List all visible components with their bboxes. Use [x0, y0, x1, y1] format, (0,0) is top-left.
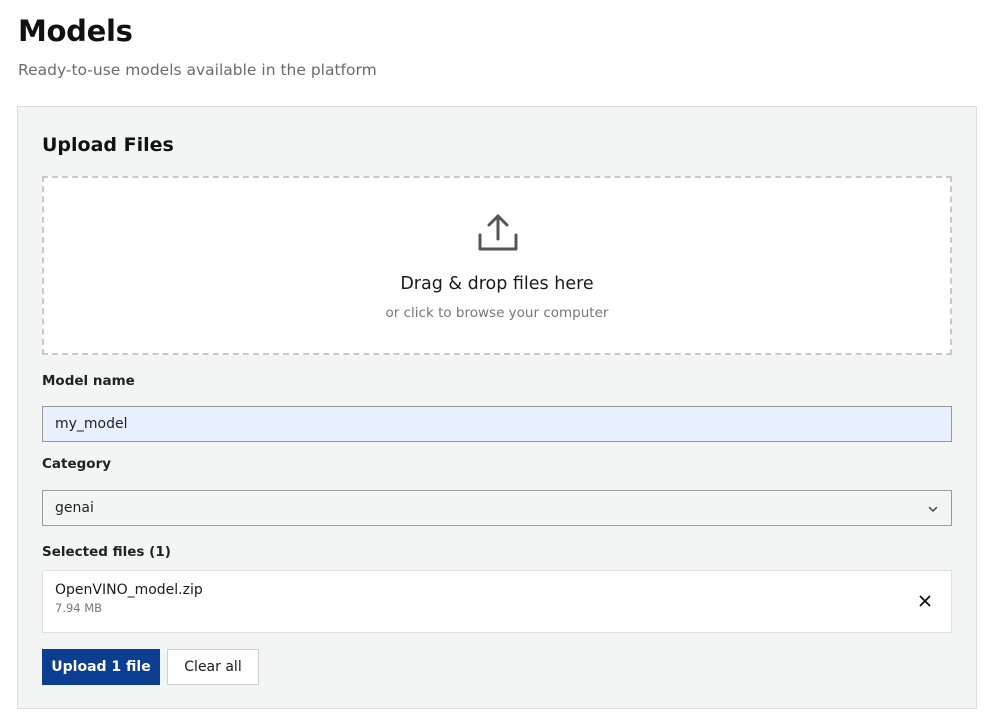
file-size: 7.94 MB	[55, 601, 103, 615]
upload-panel-title: Upload Files	[42, 134, 174, 156]
page-subtitle: Ready-to-use models available in the pla…	[18, 61, 377, 79]
page-title: Models	[18, 14, 133, 48]
dropzone-title: Drag & drop files here	[400, 274, 594, 294]
file-dropzone[interactable]: Drag & drop files here or click to brows…	[42, 176, 952, 355]
model-name-input[interactable]	[42, 406, 952, 442]
category-selected-value: genai	[55, 500, 94, 516]
close-icon	[919, 595, 931, 607]
category-select[interactable]: genai	[42, 490, 952, 526]
upload-button[interactable]: Upload 1 file	[42, 649, 160, 685]
upload-icon	[478, 214, 518, 251]
dropzone-hint: or click to browse your computer	[385, 305, 609, 321]
chevron-down-icon	[928, 506, 938, 512]
clear-all-button[interactable]: Clear all	[167, 649, 259, 685]
file-name: OpenVINO_model.zip	[55, 582, 203, 598]
model-name-label: Model name	[42, 373, 135, 389]
category-label: Category	[42, 456, 112, 472]
remove-file-button[interactable]	[915, 591, 935, 611]
selected-files-label: Selected files (1)	[42, 544, 171, 560]
file-list-item: OpenVINO_model.zip 7.94 MB	[42, 570, 952, 633]
upload-panel: Upload Files Drag & drop files here or c…	[17, 106, 977, 709]
